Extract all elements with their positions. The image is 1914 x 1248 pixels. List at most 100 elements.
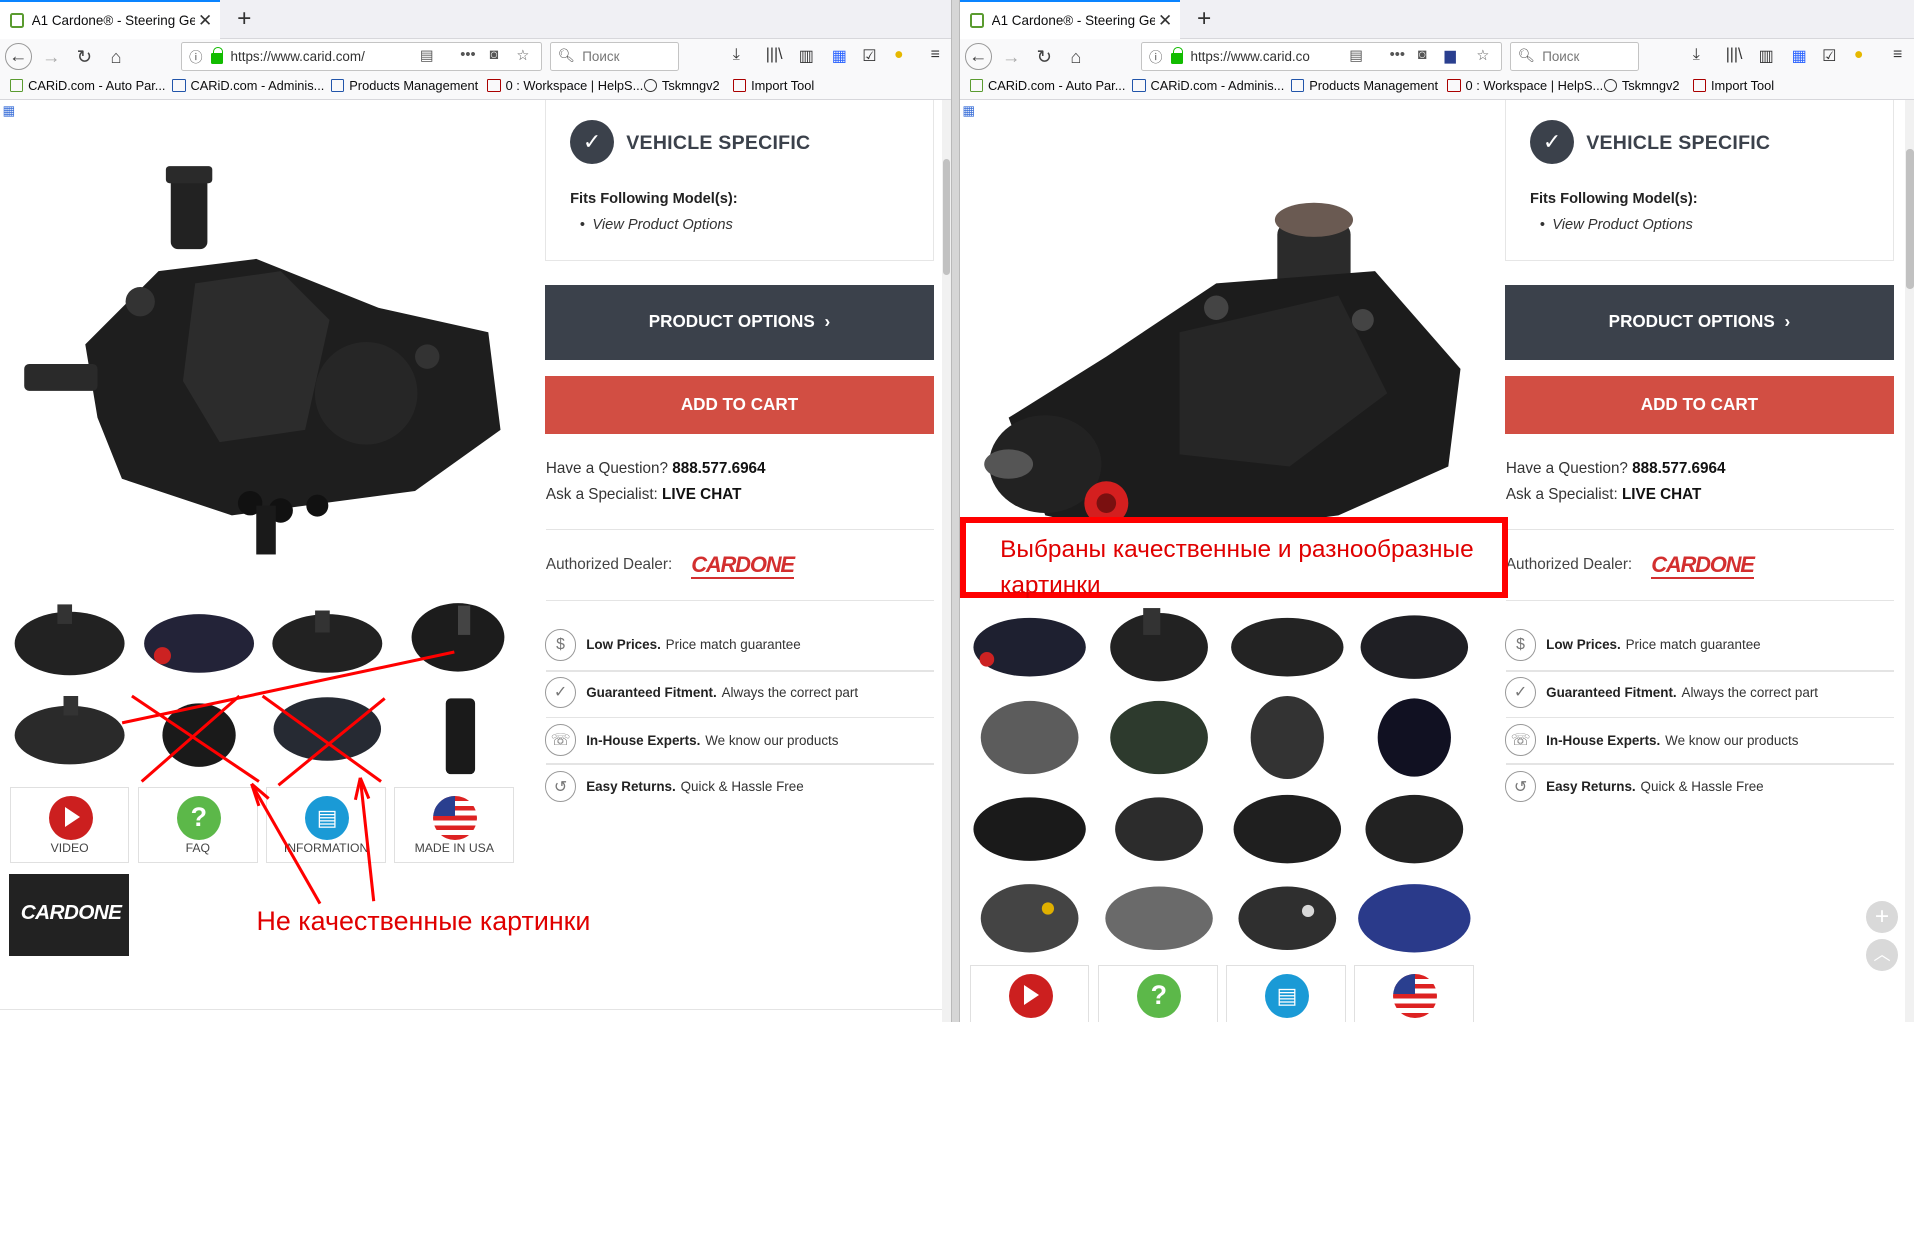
thumbnail[interactable]: [1105, 886, 1213, 951]
thumbnail[interactable]: [1110, 608, 1208, 682]
bookmark-item[interactable]: CARiD.com - Auto Par...: [9, 78, 166, 94]
specialist-label: Ask a Specialist:: [1505, 486, 1618, 504]
new-tab-button[interactable]: +: [1190, 4, 1219, 33]
reader-view-icon[interactable]: ▤: [420, 47, 434, 64]
bookmark-star-icon[interactable]: ☆: [516, 47, 529, 64]
search-input[interactable]: 🔍︎ Поиск: [1509, 41, 1639, 71]
info-icon[interactable]: ⓘ: [1149, 46, 1169, 66]
new-tab-button[interactable]: +: [230, 4, 259, 33]
live-chat-link[interactable]: LIVE CHAT: [1622, 486, 1701, 503]
menu-icon[interactable]: ≡: [1893, 46, 1902, 64]
home-button[interactable]: ⌂: [1061, 42, 1090, 71]
scroll-up-icon[interactable]: ︿: [1866, 939, 1898, 971]
pocket-icon[interactable]: ◙: [1418, 47, 1427, 63]
bookmark-item[interactable]: Import Tool: [732, 78, 814, 93]
thumbnail[interactable]: [980, 884, 1079, 953]
page-actions-icon[interactable]: •••: [460, 47, 475, 63]
video-button[interactable]: [969, 964, 1090, 1023]
browser-tab[interactable]: A1 Cardone® - Steering Gear B ✕: [959, 0, 1180, 40]
checkbox-extension-icon[interactable]: ☑: [1822, 46, 1836, 66]
bookmark-label: CARiD.com - Auto Par...: [988, 78, 1126, 94]
library-icon[interactable]: |||\: [766, 46, 783, 64]
url-bar[interactable]: ⓘ https://www.carid.com/ ▤ ••• ◙ ☆: [180, 41, 543, 71]
bookmark-icon: [9, 78, 24, 93]
scrollbar-thumb[interactable]: [1906, 148, 1914, 290]
sidebar-icon[interactable]: ▥: [1759, 46, 1774, 66]
bookmark-item[interactable]: 0 : Workspace | HelpS...: [1447, 78, 1603, 93]
bookmark-item[interactable]: Products Management: [1290, 78, 1438, 93]
extension-icon[interactable]: ●: [894, 46, 904, 64]
window-splitter[interactable]: [951, 0, 960, 1023]
thumbnail[interactable]: [1233, 795, 1341, 864]
back-button[interactable]: ←: [964, 42, 992, 70]
thumbnail[interactable]: [973, 617, 1086, 677]
bookmark-item[interactable]: Products Management: [330, 78, 479, 94]
thumbnail[interactable]: [1231, 617, 1344, 677]
info-icon[interactable]: ⓘ: [189, 46, 209, 66]
plus-icon[interactable]: +: [1866, 901, 1898, 934]
product-options-label: PRODUCT OPTIONS: [1608, 312, 1775, 332]
lock-icon: [211, 47, 224, 65]
downloads-icon[interactable]: ⤓: [1693, 46, 1700, 64]
feature-text: We know our products: [1665, 732, 1799, 748]
thumbnail[interactable]: [1377, 698, 1451, 777]
bookmark-item[interactable]: CARiD.com - Auto Par...: [969, 78, 1126, 94]
sidebar-icon[interactable]: ▥: [799, 46, 814, 66]
library-icon[interactable]: |||\: [1726, 46, 1743, 64]
bookmark-item[interactable]: Import Tool: [1692, 78, 1774, 93]
bookmark-item[interactable]: CARiD.com - Adminis...: [172, 78, 324, 93]
reload-button[interactable]: ↻: [1030, 42, 1059, 71]
menu-icon[interactable]: ≡: [931, 46, 940, 64]
pocket-icon[interactable]: ◙: [490, 47, 499, 63]
annotation-good-quality: Выбраны качественные и разнообразные кар…: [1000, 536, 1474, 599]
us-flag-extension-icon[interactable]: ▆: [1445, 47, 1456, 64]
bookmark-item[interactable]: Tskmngv2: [643, 78, 720, 94]
thumbnail[interactable]: [1358, 884, 1471, 953]
url-text[interactable]: https://www.carid.co: [1190, 49, 1312, 64]
faq-button[interactable]: ?: [1097, 964, 1218, 1023]
bookmark-item[interactable]: 0 : Workspace | HelpS...: [487, 78, 643, 93]
bookmark-item[interactable]: CARiD.com - Adminis...: [1132, 78, 1284, 93]
downloads-icon[interactable]: ⤓: [733, 46, 740, 64]
made-in-usa-button[interactable]: [1354, 964, 1475, 1023]
forward-button[interactable]: →: [37, 42, 66, 71]
thumbnail[interactable]: [973, 797, 1086, 862]
bookmark-item[interactable]: Tskmngv2: [1603, 78, 1680, 93]
bookmarks-bar: CARiD.com - Auto Par... CARiD.com - Admi…: [959, 73, 1914, 101]
checkbox-extension-icon[interactable]: ☑: [862, 46, 876, 66]
information-button[interactable]: ▤: [1226, 964, 1346, 1023]
add-to-cart-button[interactable]: ADD TO CART: [1504, 376, 1895, 434]
reload-button[interactable]: ↻: [70, 42, 99, 71]
bookmark-label: Tskmngv2: [661, 78, 720, 94]
close-tab-icon[interactable]: ✕: [1155, 11, 1175, 31]
thumbnail[interactable]: [980, 701, 1079, 775]
feature-easy-returns: ↺ Easy Returns. Quick & Hassle Free: [1504, 763, 1896, 809]
extension-icon[interactable]: ●: [1854, 46, 1864, 64]
thumbnail[interactable]: [1360, 615, 1468, 680]
thumbnail[interactable]: [1365, 795, 1464, 864]
bookmark-star-icon[interactable]: ☆: [1476, 47, 1489, 64]
extension-icon[interactable]: ▦: [832, 46, 847, 66]
reader-view-icon[interactable]: ▤: [1349, 47, 1363, 64]
url-bar[interactable]: ⓘ https://www.carid.co ▤ ••• ◙ ▆ ☆: [1140, 41, 1503, 71]
bookmark-label: Products Management: [349, 78, 479, 94]
back-button[interactable]: ←: [4, 42, 32, 70]
product-options-button[interactable]: PRODUCT OPTIONS ›: [1504, 284, 1895, 361]
page-actions-icon[interactable]: •••: [1390, 47, 1405, 63]
thumbnail[interactable]: [1115, 797, 1203, 862]
url-text[interactable]: https://www.carid.com/: [231, 49, 378, 64]
phone-link[interactable]: 888.577.6964: [1632, 460, 1725, 477]
thumbnail[interactable]: [1250, 696, 1324, 780]
bookmark-label: CARiD.com - Auto Par...: [28, 78, 166, 94]
thumbnail[interactable]: [1110, 701, 1208, 775]
scrollbar[interactable]: [1905, 100, 1914, 1023]
thumbnail[interactable]: [1238, 886, 1337, 951]
extension-icon[interactable]: ▦: [1792, 46, 1807, 66]
bookmark-icon: [487, 78, 501, 93]
close-tab-icon[interactable]: ✕: [195, 11, 215, 31]
browser-tab[interactable]: A1 Cardone® - Steering Gear B ✕: [0, 0, 220, 40]
forward-button[interactable]: →: [997, 42, 1026, 71]
search-input[interactable]: 🔍︎ Поиск: [549, 41, 680, 71]
view-product-options-link[interactable]: View Product Options: [1540, 217, 1693, 233]
home-button[interactable]: ⌂: [101, 42, 130, 71]
